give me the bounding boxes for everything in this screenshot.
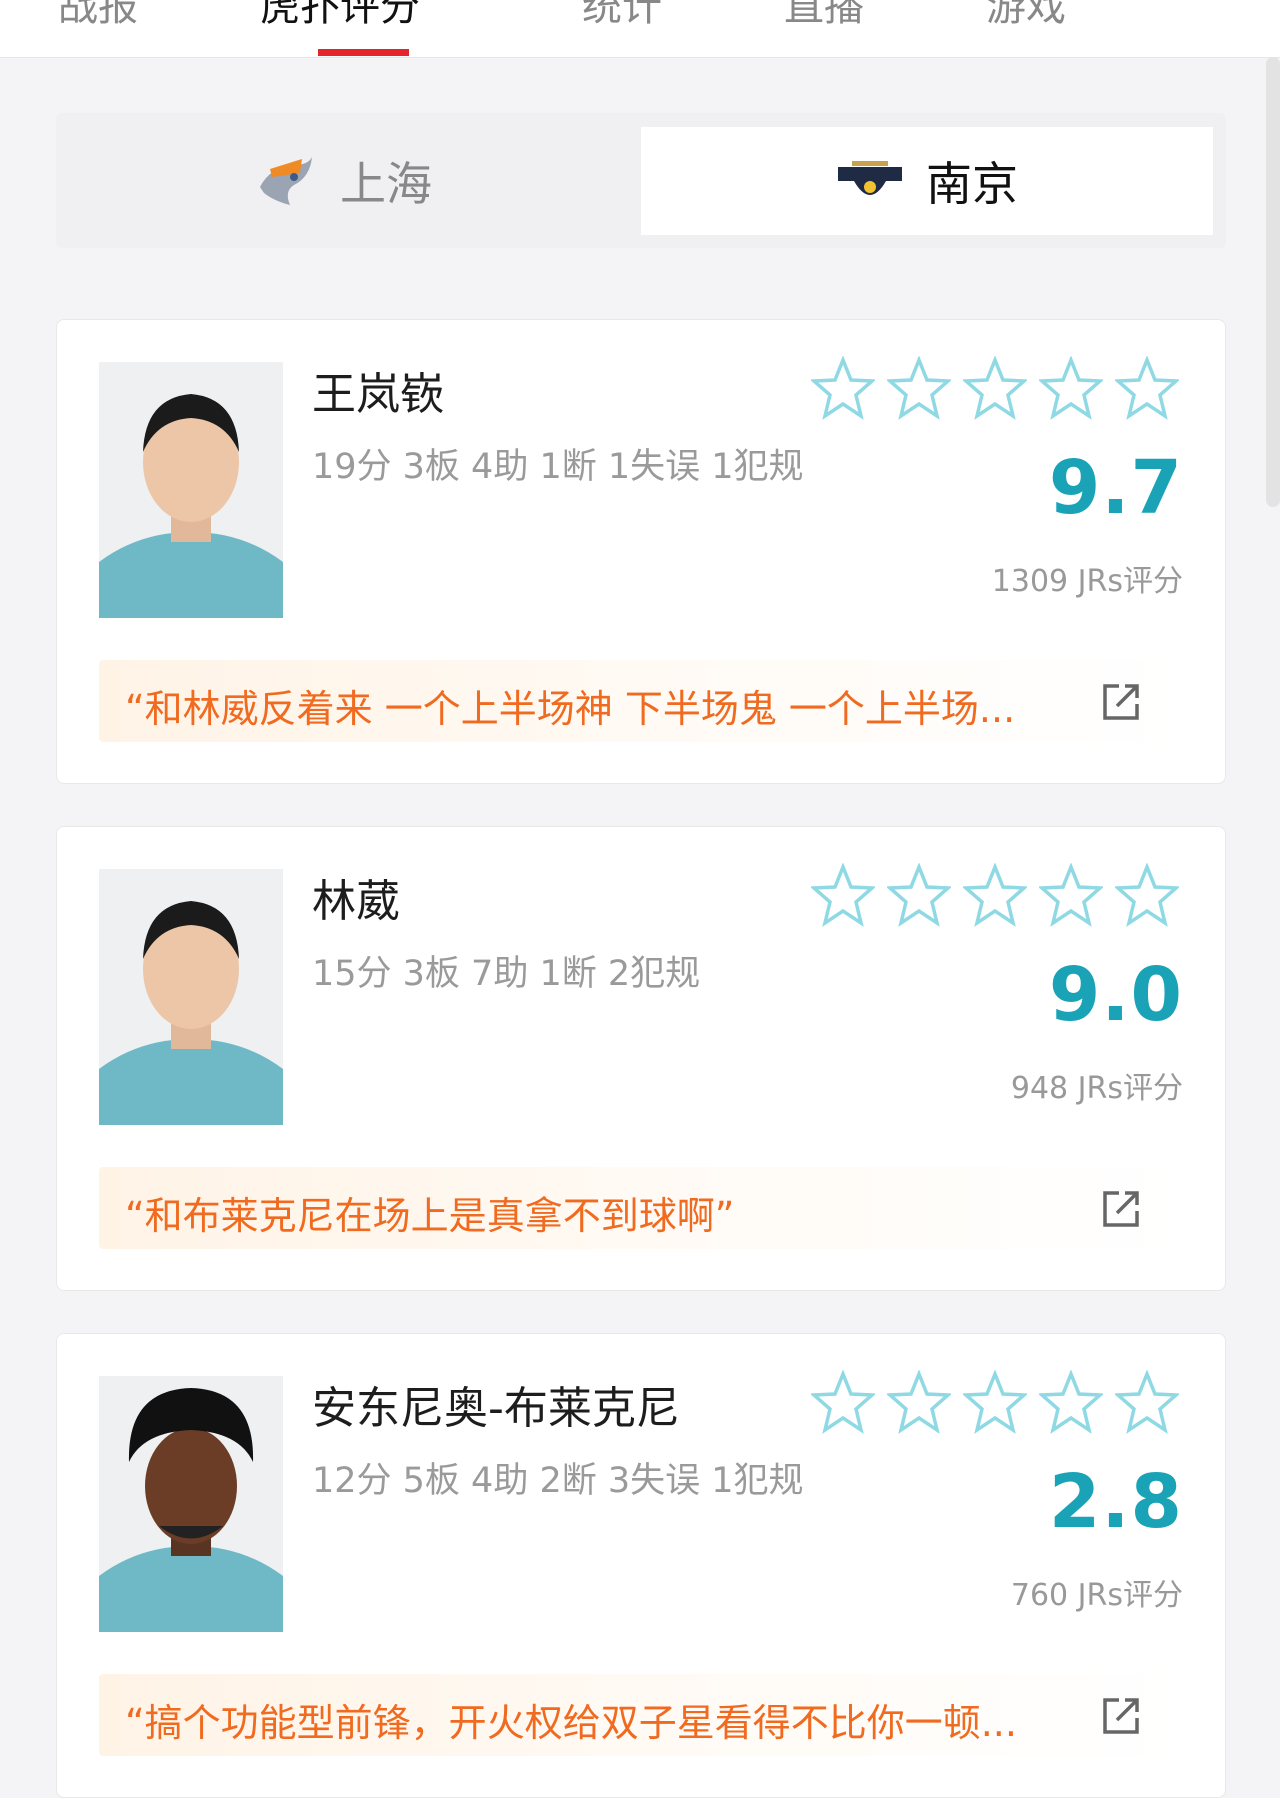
team-name-right: 南京 xyxy=(926,157,1018,211)
star-icon[interactable] xyxy=(963,863,1027,927)
star-icon[interactable] xyxy=(887,356,951,420)
top-comment[interactable]: “搞个功能型前锋，开火权给双子星看得不比你一顿... xyxy=(99,1674,1183,1756)
player-stats: 12分 5板 4助 2断 3失误 1犯规 xyxy=(312,1461,804,1501)
star-icon[interactable] xyxy=(1039,356,1103,420)
scrollbar[interactable] xyxy=(1266,57,1280,507)
share-icon[interactable] xyxy=(1099,1694,1143,1738)
share-icon[interactable] xyxy=(1099,680,1143,724)
monkey-kings-logo-icon xyxy=(838,161,902,195)
player-stats: 15分 3板 7助 1断 2犯规 xyxy=(312,954,701,994)
player-card[interactable]: 林葳 15分 3板 7助 1断 2犯规 9.0 948 JRs评分 “和布莱克尼… xyxy=(56,826,1226,1291)
team-tab-shanghai[interactable]: 上海 xyxy=(56,127,626,235)
star-icon[interactable] xyxy=(1115,356,1179,420)
top-tab-bar: 战报 虎扑评分 统计 直播 游戏 xyxy=(0,0,1280,58)
rating-stars[interactable] xyxy=(811,863,1179,927)
team-tab-nanjing[interactable]: 南京 xyxy=(641,127,1213,235)
vote-count: 760 JRs评分 xyxy=(1010,1578,1183,1613)
vote-count: 1309 JRs评分 xyxy=(991,564,1183,599)
player-score: 9.7 xyxy=(1048,445,1183,531)
comment-text: “和林威反着来 一个上半场神 下半场鬼 一个上半场... xyxy=(125,687,1016,731)
star-icon[interactable] xyxy=(963,1370,1027,1434)
player-card[interactable]: 安东尼奥-布莱克尼 12分 5板 4助 2断 3失误 1犯规 2.8 760 J… xyxy=(56,1333,1226,1798)
player-name: 王岚嵚 xyxy=(312,369,444,420)
player-score: 2.8 xyxy=(1048,1459,1183,1545)
star-icon[interactable] xyxy=(887,1370,951,1434)
active-tab-indicator xyxy=(318,49,409,56)
star-icon[interactable] xyxy=(811,863,875,927)
player-stats: 19分 3板 4助 1断 1失误 1犯规 xyxy=(312,447,804,487)
tab-stats[interactable]: 统计 xyxy=(582,0,662,32)
share-icon[interactable] xyxy=(1099,1187,1143,1231)
team-name-left: 上海 xyxy=(340,157,432,211)
top-comment[interactable]: “和林威反着来 一个上半场神 下半场鬼 一个上半场... xyxy=(99,660,1183,742)
star-icon[interactable] xyxy=(811,1370,875,1434)
tab-report[interactable]: 战报 xyxy=(58,0,138,32)
star-icon[interactable] xyxy=(887,863,951,927)
star-icon[interactable] xyxy=(1115,863,1179,927)
player-avatar xyxy=(99,1376,283,1632)
player-card[interactable]: 王岚嵚 19分 3板 4助 1断 1失误 1犯规 9.7 1309 JRs评分 … xyxy=(56,319,1226,784)
comment-text: “和布莱克尼在场上是真拿不到球啊” xyxy=(125,1194,735,1238)
top-comment[interactable]: “和布莱克尼在场上是真拿不到球啊” xyxy=(99,1167,1183,1249)
player-avatar xyxy=(99,362,283,618)
tab-hupu-rating[interactable]: 虎扑评分 xyxy=(260,0,420,32)
player-name: 林葳 xyxy=(312,876,400,927)
sharks-logo-icon xyxy=(260,157,312,205)
player-avatar xyxy=(99,869,283,1125)
star-icon[interactable] xyxy=(811,356,875,420)
team-switch: 上海 南京 xyxy=(56,113,1226,248)
star-icon[interactable] xyxy=(1039,863,1103,927)
rating-stars[interactable] xyxy=(811,1370,1179,1434)
player-name: 安东尼奥-布莱克尼 xyxy=(312,1383,680,1434)
tab-games[interactable]: 游戏 xyxy=(986,0,1066,32)
star-icon[interactable] xyxy=(1115,1370,1179,1434)
rating-stars[interactable] xyxy=(811,356,1179,420)
star-icon[interactable] xyxy=(1039,1370,1103,1434)
comment-text: “搞个功能型前锋，开火权给双子星看得不比你一顿... xyxy=(125,1701,1017,1745)
player-score: 9.0 xyxy=(1048,952,1183,1038)
vote-count: 948 JRs评分 xyxy=(1010,1071,1183,1106)
tab-live[interactable]: 直播 xyxy=(784,0,864,32)
star-icon[interactable] xyxy=(963,356,1027,420)
